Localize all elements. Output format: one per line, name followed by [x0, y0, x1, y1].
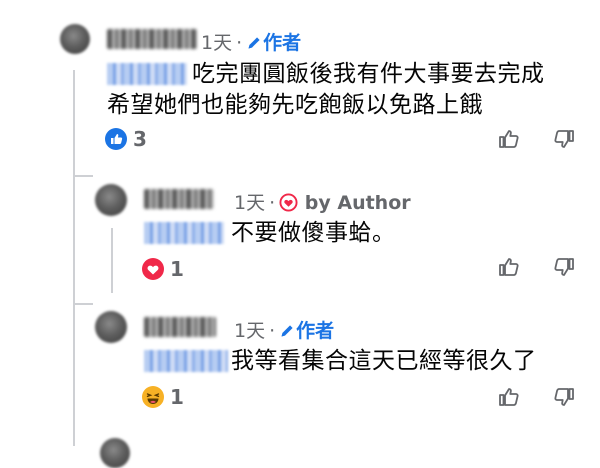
author-badge: by Author [279, 192, 411, 214]
timestamp[interactable]: 1天 [234, 320, 265, 342]
dislike-button[interactable] [552, 255, 576, 279]
reaction-summary[interactable]: 1 [142, 385, 184, 409]
dislike-button[interactable] [552, 127, 576, 151]
author-badge-label: by Author [304, 192, 411, 214]
thumbs-up-icon [499, 258, 519, 276]
thumbs-up-icon [499, 388, 519, 406]
reaction-summary[interactable]: 1 [142, 257, 184, 281]
reaction-count: 1 [170, 385, 184, 409]
dislike-button[interactable] [552, 385, 576, 409]
separator: · [269, 192, 276, 214]
avatar[interactable] [60, 24, 90, 54]
author-badge-label: 作者 [296, 320, 335, 342]
reaction-summary[interactable]: 3 [105, 127, 147, 151]
haha-icon [142, 386, 164, 408]
thread-line-branch [73, 303, 93, 305]
comment-meta: 1天 · by Author [234, 188, 411, 215]
timestamp[interactable]: 1天 [234, 192, 265, 214]
thumbs-down-icon [554, 130, 574, 148]
comment-meta: 1天 · 作者 [201, 28, 301, 55]
love-icon [142, 258, 164, 280]
reaction-count: 1 [170, 257, 184, 281]
avatar[interactable] [95, 311, 127, 343]
like-button[interactable] [497, 255, 521, 279]
separator: · [269, 320, 276, 342]
like-icon [105, 128, 127, 150]
comment-text-line: 吃完團圓飯後我有件大事要去完成 [192, 61, 545, 87]
heart-outline-icon [279, 192, 298, 214]
thread-line [73, 70, 75, 446]
avatar[interactable] [95, 184, 127, 216]
pencil-icon [246, 32, 263, 54]
author-name[interactable] [144, 189, 214, 209]
comment-text-line: 我等看集合這天已經等很久了 [231, 348, 537, 374]
like-button[interactable] [497, 385, 521, 409]
reply-thread-line [111, 228, 113, 293]
reaction-count: 3 [133, 127, 147, 151]
mention-tag[interactable] [144, 222, 224, 244]
comment-meta: 1天 · 作者 [234, 316, 334, 343]
comment-text-line: 希望她們也能夠先吃飽飯以免路上餓 [107, 92, 483, 118]
avatar[interactable] [100, 438, 130, 468]
author-name[interactable] [144, 317, 216, 337]
thumbs-down-icon [554, 258, 574, 276]
timestamp[interactable]: 1天 [201, 32, 232, 54]
author-badge: 作者 [246, 32, 301, 54]
thumbs-up-icon [499, 130, 519, 148]
author-badge: 作者 [279, 320, 334, 342]
thumbs-down-icon [554, 388, 574, 406]
like-button[interactable] [497, 127, 521, 151]
author-name[interactable] [107, 29, 197, 49]
pencil-icon [279, 320, 296, 342]
comment-text-line: 不要做傻事蛤。 [231, 220, 396, 246]
author-badge-label: 作者 [263, 32, 302, 54]
separator: · [236, 32, 243, 54]
mention-tag[interactable] [144, 350, 228, 372]
thread-line-branch [73, 175, 93, 177]
mention-tag[interactable] [107, 63, 187, 85]
